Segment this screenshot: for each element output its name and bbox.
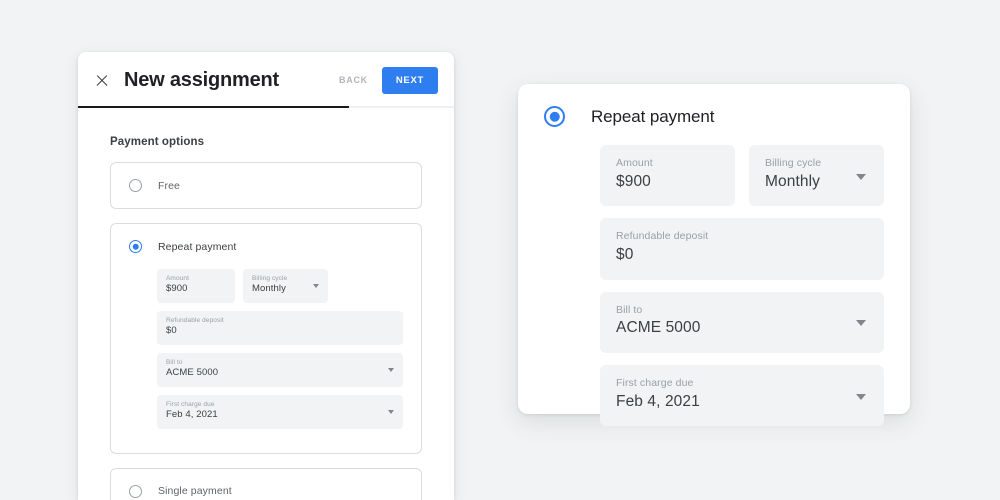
refundable-deposit-field[interactable]: Refundable deposit $0 <box>157 310 403 345</box>
chevron-down-icon <box>388 368 394 373</box>
field-row-amount-cycle: Amount $900 Billing cycle Monthly <box>157 269 403 303</box>
amount-field-label: Amount <box>166 275 190 282</box>
option-single-payment-header[interactable]: Single payment <box>111 469 421 500</box>
detail-row-bill-to: Bill to ACME 5000 <box>600 291 884 353</box>
detail-row-first-charge-due: First charge due Feb 4, 2021 <box>600 364 884 427</box>
option-card-free[interactable]: Free <box>110 162 422 209</box>
radio-repeat-payment[interactable] <box>129 240 142 253</box>
field-row-refundable-deposit: Refundable deposit $0 <box>157 310 403 345</box>
repeat-payment-fields-expanded: Amount $900 Billing cycle Monthly Refund… <box>544 145 884 427</box>
progress-fill <box>78 106 349 108</box>
dialog-actions: BACK NEXT <box>339 66 438 94</box>
detail-row-amount-cycle: Amount $900 Billing cycle Monthly <box>600 145 884 207</box>
option-repeat-payment-label: Repeat payment <box>158 240 237 253</box>
chevron-down-icon <box>388 410 394 415</box>
option-free-header[interactable]: Free <box>111 163 421 208</box>
chevron-down-icon <box>856 173 866 180</box>
detail-billing-cycle-value: Monthly <box>765 172 820 190</box>
detail-amount-label: Amount <box>616 157 653 169</box>
back-button[interactable]: BACK <box>339 75 368 85</box>
detail-bill-to-label: Bill to <box>616 303 643 316</box>
bill-to-label: Bill to <box>166 358 183 366</box>
progress-track <box>78 106 454 108</box>
billing-cycle-label: Billing cycle <box>252 275 288 282</box>
detail-billing-cycle-label: Billing cycle <box>765 157 822 169</box>
billing-cycle-select[interactable]: Billing cycle Monthly <box>243 269 328 303</box>
detail-bill-to-value: ACME 5000 <box>616 319 701 337</box>
detail-first-charge-due-select[interactable]: First charge due Feb 4, 2021 <box>600 364 884 427</box>
radio-repeat-payment-large[interactable] <box>544 106 565 127</box>
option-free-label: Free <box>158 179 180 192</box>
detail-amount-value: $900 <box>616 172 651 190</box>
screen: New assignment BACK NEXT Payment options… <box>0 0 1000 500</box>
first-charge-due-select[interactable]: First charge due Feb 4, 2021 <box>157 394 403 429</box>
page-title: New assignment <box>124 68 280 91</box>
dialog-header: New assignment BACK NEXT <box>78 52 454 108</box>
chevron-down-icon <box>856 320 866 327</box>
chevron-down-icon <box>856 393 866 400</box>
new-assignment-dialog: New assignment BACK NEXT Payment options… <box>78 52 454 500</box>
detail-refundable-deposit-field[interactable]: Refundable deposit $0 <box>600 218 884 280</box>
detail-refundable-deposit-value: $0 <box>616 245 634 263</box>
detail-bill-to-select[interactable]: Bill to ACME 5000 <box>600 291 884 353</box>
radio-single-payment[interactable] <box>129 484 142 498</box>
dialog-body: Payment options Free Repeat payment Amou… <box>78 108 454 500</box>
amount-field-value: $900 <box>166 283 188 295</box>
field-row-first-charge-due: First charge due Feb 4, 2021 <box>157 394 403 429</box>
refundable-deposit-value: $0 <box>166 325 177 337</box>
bill-to-value: ACME 5000 <box>166 367 219 378</box>
repeat-payment-detail-card: Repeat payment Amount $900 Billing cycle… <box>518 84 910 427</box>
close-icon[interactable] <box>92 70 112 90</box>
first-charge-due-value: Feb 4, 2021 <box>166 408 218 420</box>
detail-billing-cycle-select[interactable]: Billing cycle Monthly <box>749 145 884 207</box>
detail-header: Repeat payment <box>544 106 884 127</box>
detail-row-refundable-deposit: Refundable deposit $0 <box>600 218 884 280</box>
detail-amount-field[interactable]: Amount $900 <box>600 145 735 207</box>
option-repeat-payment-header[interactable]: Repeat payment <box>111 224 421 269</box>
detail-refundable-deposit-label: Refundable deposit <box>616 230 709 243</box>
field-row-bill-to: Bill to ACME 5000 <box>157 352 403 387</box>
radio-free[interactable] <box>129 179 142 192</box>
option-single-payment-label: Single payment <box>158 485 232 498</box>
bill-to-select[interactable]: Bill to ACME 5000 <box>157 352 403 387</box>
first-charge-due-label: First charge due <box>166 400 215 408</box>
option-card-single-payment[interactable]: Single payment <box>110 467 422 500</box>
repeat-payment-fields-compact: Amount $900 Billing cycle Monthly Refund… <box>111 269 421 453</box>
detail-first-charge-due-label: First charge due <box>616 376 694 389</box>
section-label-payment-options: Payment options <box>110 136 205 148</box>
next-button[interactable]: NEXT <box>381 66 438 94</box>
chevron-down-icon <box>313 284 319 289</box>
refundable-deposit-label: Refundable deposit <box>166 316 224 324</box>
detail-first-charge-due-value: Feb 4, 2021 <box>616 392 700 410</box>
billing-cycle-value: Monthly <box>252 283 286 295</box>
amount-field[interactable]: Amount $900 <box>157 269 235 303</box>
detail-title: Repeat payment <box>591 106 715 126</box>
option-card-repeat-payment[interactable]: Repeat payment Amount $900 Billing cycle… <box>110 223 422 454</box>
